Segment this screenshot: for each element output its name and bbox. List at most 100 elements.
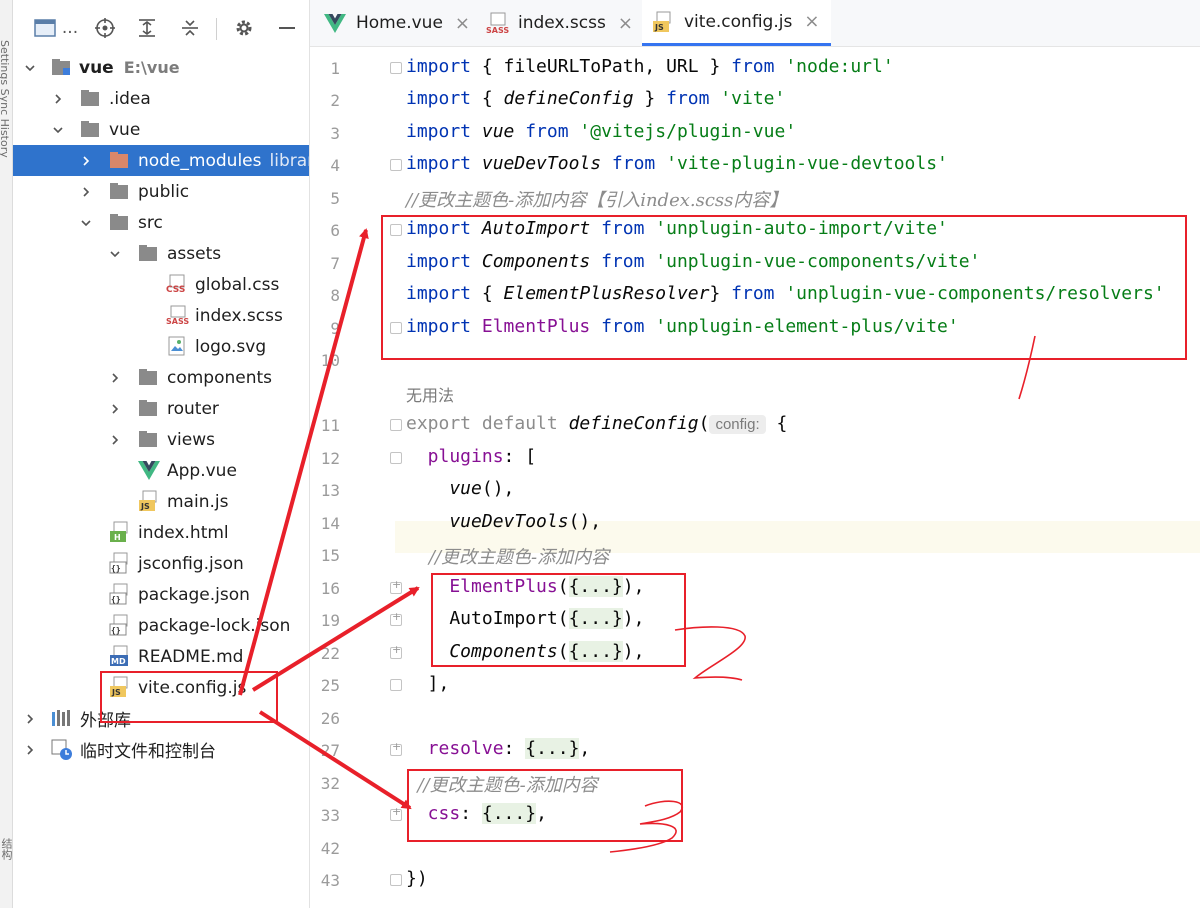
code-text: { <box>765 413 788 434</box>
close-icon[interactable]: × <box>618 13 633 34</box>
code-line-27: resolve: {...}, <box>406 738 590 759</box>
code-line-7: import Components from 'unplugin-vue-com… <box>406 251 980 272</box>
expand-all-icon[interactable] <box>134 16 160 40</box>
tree-row-readme[interactable]: MD README.md <box>13 641 309 672</box>
code-editor[interactable]: import { fileURLToPath, URL } from 'node… <box>395 47 1200 908</box>
vue-file-icon <box>138 461 160 481</box>
svg-text:MD: MD <box>111 657 126 666</box>
folded-region[interactable]: {...} <box>568 608 623 629</box>
folder-icon <box>138 429 158 449</box>
project-view-title[interactable]: ... <box>60 16 80 40</box>
chevron-right-icon[interactable] <box>108 371 122 385</box>
chevron-down-icon[interactable] <box>51 123 65 137</box>
parameter-hint: config: <box>709 415 766 434</box>
usage-hint[interactable]: 无用法 <box>406 382 454 406</box>
settings-sync-history-tab[interactable]: Settings Sync History <box>0 40 11 158</box>
code-text: { <box>471 88 504 109</box>
tree-row-vue-root[interactable]: vue E:\vue <box>13 52 309 83</box>
code-text: , <box>579 738 591 759</box>
code-line-1: import { fileURLToPath, URL } from 'node… <box>406 56 894 77</box>
tree-row-label: views <box>167 429 216 450</box>
identifier: ElmentPlus <box>471 316 602 337</box>
project-view-icon[interactable] <box>31 16 59 40</box>
tree-row-text: node_modules <box>138 150 262 171</box>
tab-home-vue[interactable]: Home.vue × <box>324 0 470 46</box>
chevron-down-icon[interactable] <box>108 247 122 261</box>
select-opened-file-icon[interactable] <box>92 16 118 40</box>
folder-icon <box>138 398 158 418</box>
tree-row-components[interactable]: components <box>13 362 309 393</box>
string-literal: '@vitejs/plugin-vue' <box>568 121 797 142</box>
tree-row-src[interactable]: src <box>13 207 309 238</box>
tree-row-label: README.md <box>138 646 244 667</box>
code-line-4: import vueDevTools from 'vite-plugin-vue… <box>406 153 948 174</box>
code-line-33: css: {...}, <box>406 803 547 824</box>
folded-region[interactable]: {...} <box>568 641 623 662</box>
code-line-19: AutoImport({...}), <box>406 608 644 629</box>
keyword: import <box>406 56 472 77</box>
folded-region[interactable]: {...} <box>525 738 580 759</box>
code-text: (), <box>481 478 515 499</box>
tab-index-scss[interactable]: SASS index.scss × <box>486 0 633 46</box>
code-text: }) <box>406 868 428 889</box>
chevron-right-icon[interactable] <box>108 402 122 416</box>
line-number: 42 <box>320 839 340 858</box>
close-icon[interactable]: × <box>455 13 470 34</box>
tree-row-package-lock[interactable]: {} package-lock.json <box>13 610 309 641</box>
chevron-right-icon[interactable] <box>79 185 93 199</box>
tree-row-vue[interactable]: vue <box>13 114 309 145</box>
tree-row-label: package-lock.json <box>138 615 291 636</box>
json-file-icon: {} <box>109 614 129 636</box>
chevron-right-icon[interactable] <box>23 743 37 757</box>
tree-row-jsconfig[interactable]: {} jsconfig.json <box>13 548 309 579</box>
tree-row-scratches[interactable]: 临时文件和控制台 <box>13 734 309 765</box>
identifier: AutoImport <box>471 218 602 239</box>
string-literal: 'unplugin-auto-import/vite' <box>644 218 948 239</box>
tree-row-logo-svg[interactable]: logo.svg <box>13 331 309 362</box>
line-number: 7 <box>330 254 340 273</box>
tree-row-index-html[interactable]: H index.html <box>13 517 309 548</box>
hide-panel-icon[interactable] <box>274 16 300 40</box>
tree-row-idea[interactable]: .idea <box>13 83 309 114</box>
svg-text:JS: JS <box>140 502 150 511</box>
project-toolbar: ... <box>13 8 309 48</box>
identifier: vueDevTools <box>471 153 612 174</box>
collapse-all-icon[interactable] <box>177 16 203 40</box>
tree-row-vite-config[interactable]: JS vite.config.js <box>13 672 309 703</box>
keyword: import <box>406 251 472 272</box>
identifier: ElmentPlus <box>406 576 558 597</box>
folded-region[interactable]: {...} <box>481 803 537 824</box>
chevron-down-icon[interactable] <box>23 61 37 75</box>
tab-vite-config-js[interactable]: JS vite.config.js × <box>642 0 832 46</box>
close-icon[interactable]: × <box>804 11 819 32</box>
chevron-right-icon[interactable] <box>51 92 65 106</box>
tree-row-external-libraries[interactable]: 外部库 <box>13 703 309 734</box>
tree-row-public[interactable]: public <box>13 176 309 207</box>
tree-row-global-css[interactable]: CSS global.css <box>13 269 309 300</box>
tree-row-index-scss[interactable]: SASS index.scss <box>13 300 309 331</box>
keyword: from <box>601 316 645 337</box>
line-number-gutter: 1 2 3 4 5 6 7 8 9 10 11 12 13 14 15 16 1… <box>310 47 402 908</box>
folded-region[interactable]: {...} <box>568 576 623 597</box>
tree-row-package-json[interactable]: {} package.json <box>13 579 309 610</box>
tree-row-assets[interactable]: assets <box>13 238 309 269</box>
structure-tab[interactable]: 结构 <box>0 838 14 860</box>
chevron-right-icon[interactable] <box>79 154 93 168</box>
tree-row-label: src <box>138 212 163 233</box>
chevron-right-icon[interactable] <box>108 433 122 447</box>
tree-row-views[interactable]: views <box>13 424 309 455</box>
keyword: from <box>525 121 569 142</box>
code-text: : [ <box>503 446 537 467</box>
tree-row-router[interactable]: router <box>13 393 309 424</box>
tree-row-label: components <box>167 367 273 388</box>
chevron-down-icon[interactable] <box>79 216 93 230</box>
gear-icon[interactable] <box>231 16 257 40</box>
folder-icon <box>109 212 129 232</box>
tree-row-app-vue[interactable]: App.vue <box>13 455 309 486</box>
svg-text:{}: {} <box>111 595 121 604</box>
tree-row-main-js[interactable]: JS main.js <box>13 486 309 517</box>
line-number: 1 <box>330 59 340 78</box>
chevron-right-icon[interactable] <box>23 712 37 726</box>
keyword: import <box>406 88 472 109</box>
tree-row-node-modules[interactable]: node_modules librar <box>13 145 309 176</box>
